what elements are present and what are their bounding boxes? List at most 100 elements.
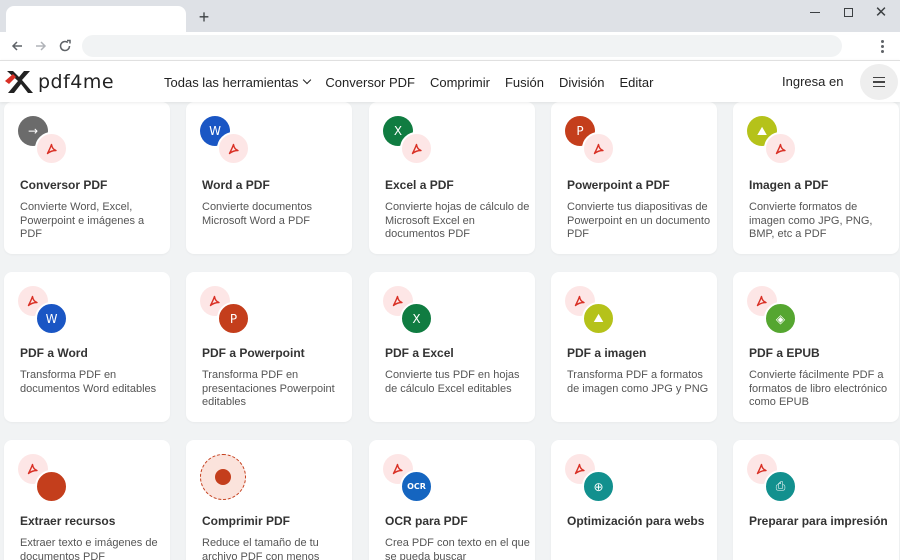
- compress-icon: [200, 454, 246, 500]
- tool-description: Extraer texto e imágenes de documentos P…: [20, 537, 158, 560]
- tool-description: Convierte tus diapositivas de Powerpoint…: [567, 201, 711, 240]
- tool-icon-group: ⎙: [747, 454, 797, 503]
- tool-card[interactable]: X Excel a PDF Convierte hojas de cálculo d…: [369, 102, 535, 254]
- tool-title: PDF a EPUB: [749, 346, 820, 360]
- nav-merge[interactable]: Fusión: [505, 75, 544, 90]
- tool-card[interactable]: X PDF a Excel Convierte tus PDF en hojas d…: [369, 272, 535, 422]
- tool-icon-group: ⛰: [565, 286, 615, 335]
- hamburger-line: [873, 76, 885, 79]
- tool-icon-group: OCR: [383, 454, 433, 503]
- arrow-left-icon: [11, 41, 22, 51]
- tool-description: Transforma PDF en documentos Word editab…: [20, 369, 157, 395]
- reload-button[interactable]: [54, 35, 76, 57]
- nav-label: Editar: [619, 74, 654, 90]
- maximize-icon: [843, 7, 853, 17]
- logo-text: pdf4me: [38, 71, 115, 93]
- tool-description: Convierte hojas de cálculo de Microsoft …: [385, 201, 530, 240]
- tool-title: Preparar para impresión: [749, 514, 888, 528]
- tool-card[interactable]: Comprimir PDF Reduce el tamaño de tu arch…: [186, 440, 352, 560]
- powerpoint-icon: P: [217, 302, 250, 335]
- pdf4me-logo-icon: [5, 71, 33, 93]
- tool-icon-group: [200, 454, 250, 502]
- tool-icon-group: W: [18, 286, 68, 335]
- tool-description: Crea PDF con texto en el que se pueda bu…: [385, 537, 530, 560]
- excel-icon: X: [400, 302, 433, 335]
- address-bar[interactable]: [82, 35, 842, 57]
- forward-button[interactable]: [30, 35, 52, 57]
- kebab-dot: [880, 49, 884, 53]
- ocr-icon: OCR: [400, 470, 433, 503]
- tool-description: Convierte tus PDF en hojas de cálculo Ex…: [385, 369, 520, 395]
- tool-description: Convierte formatos de imagen como JPG, P…: [749, 201, 873, 240]
- tool-description: Convierte Word, Excel, Powerpoint e imág…: [20, 201, 145, 240]
- close-window-button[interactable]: ✕: [866, 2, 896, 22]
- browser-tab[interactable]: [6, 6, 186, 32]
- nav-label: Conversor PDF: [325, 74, 415, 90]
- login-link[interactable]: Ingresa en: [782, 74, 843, 89]
- tool-title: Optimización para webs: [567, 514, 705, 528]
- tool-card[interactable]: ⛰ Imagen a PDF Convierte formatos de image…: [733, 102, 899, 254]
- reload-icon: [59, 39, 71, 52]
- nav-pdf-converter[interactable]: Conversor PDF: [325, 75, 415, 90]
- tool-description: Reduce el tamaño de tu archivo PDF con m…: [202, 537, 320, 560]
- tool-grid: → Conversor PDF Convierte Word, Excel, Pow…: [0, 102, 900, 560]
- nav-edit[interactable]: Editar: [619, 75, 653, 90]
- tool-title: PDF a Powerpoint: [202, 346, 305, 360]
- browser-menu-button[interactable]: [872, 36, 892, 56]
- chevron-down-icon: [303, 75, 312, 85]
- kebab-dot: [880, 39, 884, 43]
- tool-description: Transforma PDF a formatos de imagen como…: [567, 369, 709, 395]
- pdf-icon: [764, 132, 797, 165]
- image-icon: ⛰: [582, 302, 615, 335]
- tool-description: Convierte fácilmente PDF a formatos de l…: [749, 369, 888, 408]
- tool-title: OCR para PDF: [385, 514, 468, 528]
- tool-card[interactable]: Extraer recursos Extraer texto e imágenes…: [4, 440, 170, 560]
- close-icon: ✕: [874, 3, 888, 21]
- epub-icon: ◈: [764, 302, 797, 335]
- tool-card[interactable]: → Conversor PDF Convierte Word, Excel, Pow…: [4, 102, 170, 254]
- tool-card[interactable]: P Powerpoint a PDF Convierte tus diapositi…: [551, 102, 717, 254]
- nav-label: Todas las herramientas: [164, 74, 299, 90]
- back-button[interactable]: [6, 35, 28, 57]
- tool-title: Excel a PDF: [385, 178, 454, 192]
- nav-label: División: [558, 74, 605, 90]
- tool-card[interactable]: P PDF a Powerpoint Transforma PDF en prese…: [186, 272, 352, 422]
- nav-all-tools[interactable]: Todas las herramientas: [164, 74, 312, 90]
- tool-icon-group: P: [200, 286, 250, 335]
- main-nav: Todas las herramientas Conversor PDF Com…: [164, 61, 668, 103]
- tool-icon-group: →: [18, 116, 68, 165]
- tool-icon-group: ⛰: [747, 116, 797, 165]
- web-icon: ⊕: [582, 470, 615, 503]
- extract-icon: [35, 470, 68, 503]
- tool-card[interactable]: W PDF a Word Transforma PDF en documentos …: [4, 272, 170, 422]
- tool-card[interactable]: ⎙ Preparar para impresión: [733, 440, 899, 560]
- word-icon: W: [35, 302, 68, 335]
- minimize-button[interactable]: [800, 2, 830, 22]
- tool-title: Imagen a PDF: [749, 178, 829, 192]
- tool-card[interactable]: ⛰ PDF a imagen Transforma PDF a formatos d…: [551, 272, 717, 422]
- hamburger-line: [873, 81, 885, 83]
- tool-card[interactable]: ◈ PDF a EPUB Convierte fácilmente PDF a fo…: [733, 272, 899, 422]
- hamburger-line: [873, 85, 885, 88]
- site-logo[interactable]: pdf4me: [4, 67, 114, 97]
- nav-compress[interactable]: Comprimir: [430, 75, 490, 90]
- pdf-icon: [582, 132, 615, 165]
- tool-icon-group: X: [383, 286, 433, 335]
- tool-icon-group: ◈: [747, 286, 797, 335]
- tool-description: Transforma PDF en presentaciones Powerpo…: [202, 369, 335, 408]
- tool-icon-group: [18, 454, 68, 503]
- tool-card[interactable]: OCR OCR para PDF Crea PDF con texto en el …: [369, 440, 535, 560]
- hamburger-menu-button[interactable]: [860, 64, 898, 100]
- maximize-button[interactable]: [833, 2, 863, 22]
- tool-card[interactable]: ⊕ Optimización para webs: [551, 440, 717, 560]
- tool-icon-group: X: [383, 116, 433, 165]
- browser-toolbar: [0, 32, 900, 60]
- nav-label: Comprimir: [429, 74, 490, 90]
- tool-title: PDF a Excel: [385, 346, 454, 360]
- tool-card[interactable]: W Word a PDF Convierte documentos Microsof…: [186, 102, 352, 254]
- kebab-dot: [880, 44, 884, 48]
- nav-split[interactable]: División: [559, 75, 605, 90]
- new-tab-button[interactable]: +: [194, 6, 214, 28]
- print-icon: ⎙: [764, 470, 797, 503]
- nav-label: Fusión: [504, 74, 544, 90]
